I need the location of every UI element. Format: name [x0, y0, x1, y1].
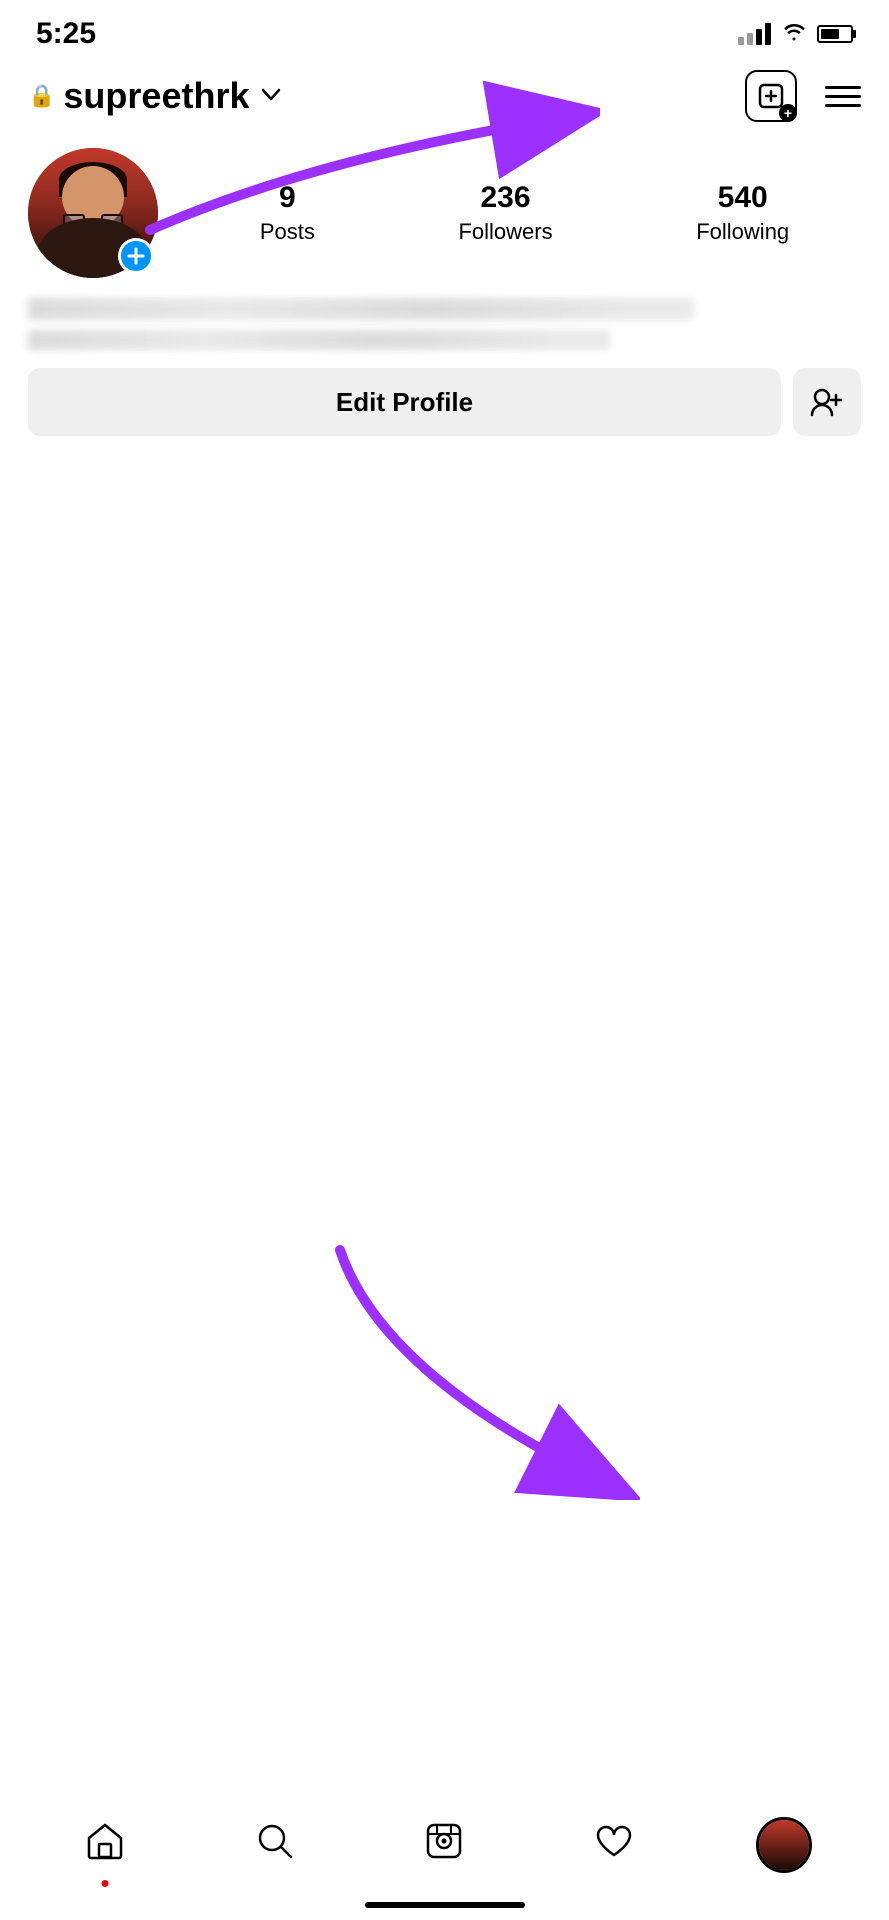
bio-area: [28, 298, 861, 350]
account-switcher-icon[interactable]: [261, 85, 281, 108]
bottom-arrow-annotation: [260, 1220, 640, 1500]
bio-line-1: [28, 298, 694, 320]
signal-icon: [738, 23, 771, 45]
bio-line-2: [28, 330, 611, 350]
menu-line-top: [825, 86, 861, 89]
nav-search[interactable]: [235, 1805, 315, 1885]
profile-section: 9 Posts 236 Followers 540 Following Edit…: [0, 132, 889, 436]
battery-icon: [817, 25, 853, 43]
followers-count: 236: [481, 181, 531, 215]
nav-profile[interactable]: [744, 1805, 824, 1885]
followers-stat[interactable]: 236 Followers: [458, 181, 552, 245]
profile-header: 🔒 supreethrk +: [0, 60, 889, 132]
header-actions: +: [745, 70, 861, 122]
home-icon[interactable]: [85, 1822, 125, 1869]
stats-container: 9 Posts 236 Followers 540 Following: [188, 181, 861, 245]
reels-icon[interactable]: [425, 1822, 463, 1869]
posts-stat[interactable]: 9 Posts: [260, 181, 315, 245]
nav-reels[interactable]: [404, 1805, 484, 1885]
following-stat[interactable]: 540 Following: [696, 181, 789, 245]
nav-avatar-image: [759, 1820, 809, 1870]
add-story-button[interactable]: [118, 238, 154, 274]
following-count: 540: [718, 181, 768, 215]
posts-label: Posts: [260, 219, 315, 245]
username[interactable]: supreethrk: [63, 75, 249, 117]
menu-line-bot: [825, 104, 861, 107]
avatar-container[interactable]: [28, 148, 158, 278]
search-icon[interactable]: [256, 1822, 294, 1869]
hamburger-menu-button[interactable]: [825, 86, 861, 107]
header-username-section[interactable]: 🔒 supreethrk: [28, 75, 281, 117]
suggest-people-button[interactable]: [793, 368, 861, 436]
action-buttons: Edit Profile: [28, 368, 861, 436]
bottom-nav: [0, 1790, 889, 1920]
profile-top-row: 9 Posts 236 Followers 540 Following: [28, 148, 861, 278]
home-active-dot: [101, 1880, 108, 1887]
add-post-button[interactable]: +: [745, 70, 797, 122]
following-label: Following: [696, 219, 789, 245]
followers-label: Followers: [458, 219, 552, 245]
edit-profile-button[interactable]: Edit Profile: [28, 368, 781, 436]
nav-profile-avatar[interactable]: [756, 1817, 812, 1873]
posts-count: 9: [279, 181, 296, 215]
nav-home[interactable]: [65, 1805, 145, 1885]
heart-icon[interactable]: [594, 1823, 634, 1868]
status-time: 5:25: [36, 17, 96, 51]
status-bar: 5:25: [0, 0, 889, 60]
status-icons: [738, 21, 853, 47]
menu-line-mid: [825, 95, 861, 98]
add-icon-badge: +: [779, 104, 797, 122]
nav-activity[interactable]: [574, 1805, 654, 1885]
home-indicator: [365, 1902, 525, 1908]
wifi-icon: [781, 21, 807, 47]
lock-icon: 🔒: [28, 83, 55, 109]
